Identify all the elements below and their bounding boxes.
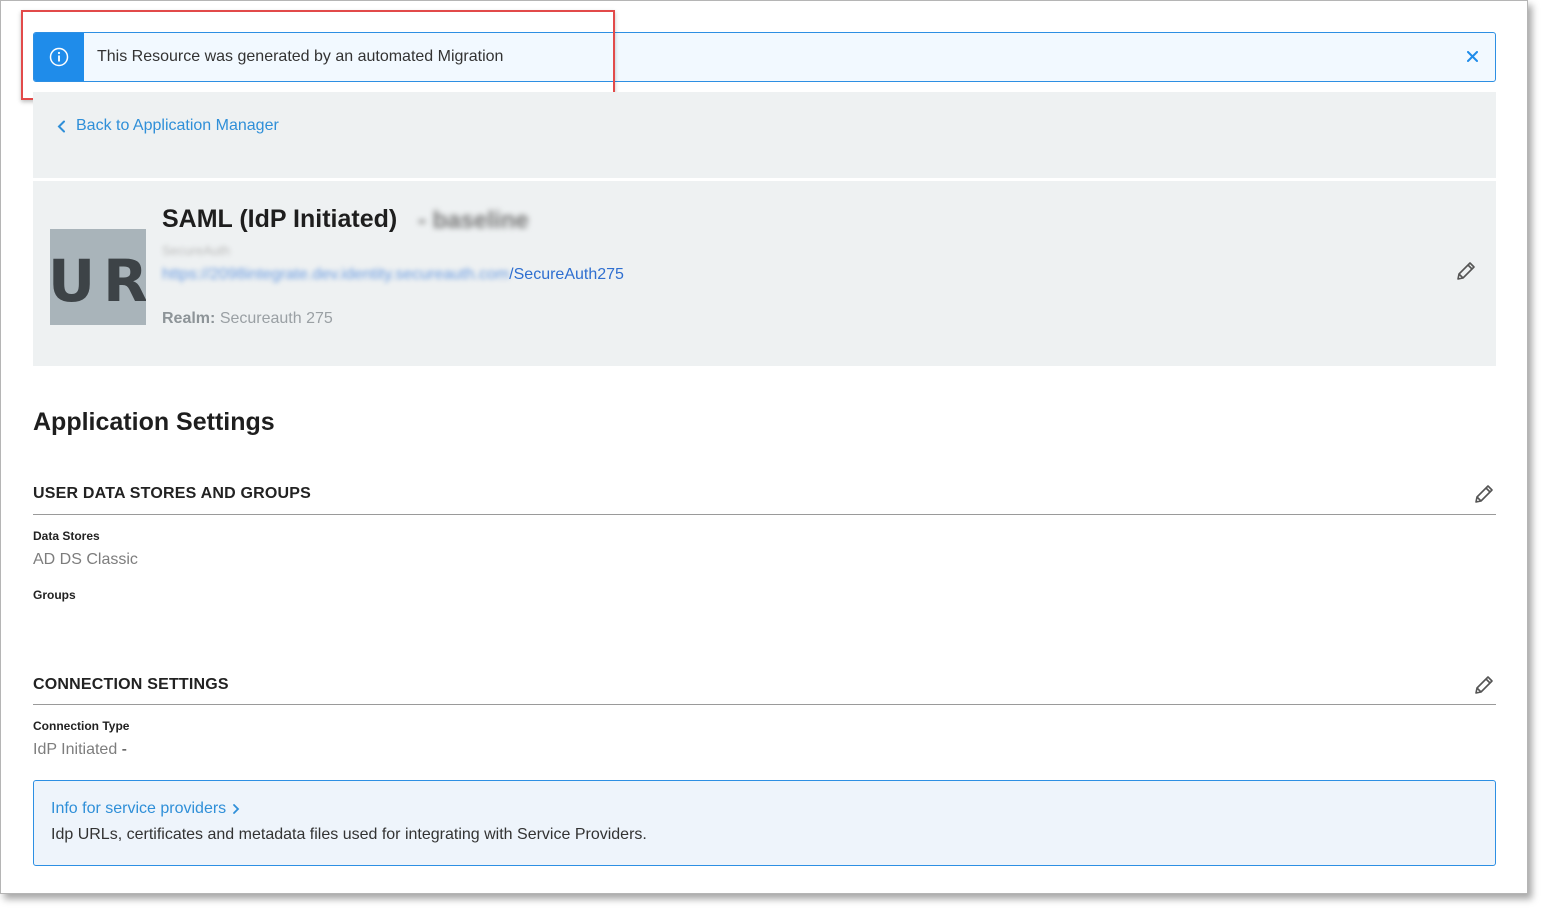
realm-value: Secureauth 275 (219, 310, 333, 327)
edit-connection-pencil-icon[interactable] (1472, 673, 1496, 702)
info-link-label: Info for service providers (51, 800, 227, 817)
info-circle-icon (34, 33, 84, 81)
edit-user-data-pencil-icon[interactable] (1472, 482, 1496, 511)
realm-label: Realm: (162, 310, 216, 327)
user-data-stores-heading: USER DATA STORES AND GROUPS (33, 485, 312, 502)
back-to-application-manager-link[interactable]: Back to Application Manager (57, 117, 279, 135)
application-url-host: https://2098integrate.dev.identity.secur… (162, 266, 510, 283)
connection-type-suffix: - (121, 741, 127, 758)
application-url[interactable]: https://2098integrate.dev.identity.secur… (162, 266, 624, 284)
connection-type-text: IdP Initiated (33, 741, 118, 758)
info-for-service-providers-link[interactable]: Info for service providers (51, 800, 240, 818)
app-window: This Resource was generated by an automa… (0, 0, 1528, 894)
application-header-card: UR SAML (IdP Initiated) - baseline Secur… (33, 181, 1496, 366)
application-title: SAML (IdP Initiated) (162, 205, 398, 233)
edit-application-pencil-icon[interactable] (1454, 259, 1478, 288)
application-subtitle: SecureAuth (162, 243, 230, 258)
connection-divider (33, 704, 1496, 705)
close-icon[interactable] (1463, 47, 1481, 65)
info-description: Idp URLs, certificates and metadata file… (51, 826, 647, 843)
back-link-label: Back to Application Manager (76, 117, 279, 134)
chevron-left-icon (57, 120, 65, 132)
application-settings-heading: Application Settings (33, 408, 275, 436)
application-title-suffix: - baseline (418, 207, 529, 234)
application-logo: UR (50, 229, 146, 325)
migration-info-banner: This Resource was generated by an automa… (33, 32, 1496, 82)
connection-type-value: IdP Initiated - (33, 741, 127, 759)
groups-label: Groups (33, 588, 76, 602)
data-stores-value: AD DS Classic (33, 551, 138, 568)
user-data-divider (33, 514, 1496, 515)
back-nav-strip: Back to Application Manager (33, 92, 1496, 178)
chevron-right-icon (233, 804, 240, 814)
connection-settings-heading: CONNECTION SETTINGS (33, 676, 229, 693)
application-url-path: /SecureAuth275 (509, 266, 624, 283)
service-provider-info-box: Info for service providers Idp URLs, cer… (33, 780, 1496, 866)
application-logo-text: UR (50, 247, 146, 315)
banner-message: This Resource was generated by an automa… (97, 48, 504, 65)
application-realm: Realm: Secureauth 275 (162, 310, 333, 328)
data-stores-label: Data Stores (33, 529, 100, 543)
connection-type-label: Connection Type (33, 719, 130, 733)
